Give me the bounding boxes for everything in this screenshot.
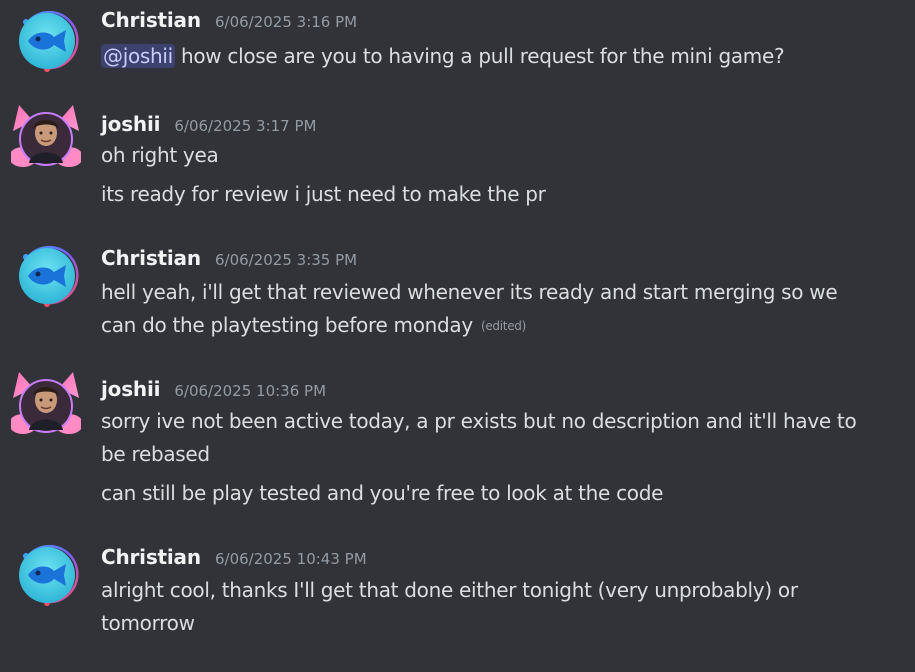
- message-header: Christian 6/06/2025 10:43 PM: [101, 545, 367, 571]
- message-text: can still be play tested and you're free…: [101, 481, 664, 505]
- message-text: hell yeah, i'll get that reviewed whenev…: [101, 280, 838, 304]
- message-text: alright cool, thanks I'll get that done …: [101, 578, 798, 602]
- author-name[interactable]: Christian: [101, 8, 201, 32]
- message-text: be rebased: [101, 442, 210, 466]
- message-header: Christian 6/06/2025 3:35 PM: [101, 246, 357, 272]
- message-text: oh right yea: [101, 143, 219, 167]
- author-name[interactable]: joshii: [101, 377, 160, 401]
- avatar[interactable]: [14, 243, 80, 309]
- message-group: Christian 6/06/2025 3:35 PM hell yeah, i…: [0, 243, 915, 343]
- timestamp[interactable]: 6/06/2025 3:16 PM: [215, 13, 357, 31]
- avatar[interactable]: [9, 370, 83, 436]
- avatar[interactable]: [14, 542, 80, 608]
- message-list: Christian 6/06/2025 3:16 PM @joshii how …: [0, 0, 915, 672]
- message-group: joshii 6/06/2025 3:17 PM oh right yea it…: [0, 103, 915, 213]
- avatar[interactable]: [9, 103, 83, 169]
- message-text-body: can do the playtesting before monday: [101, 313, 473, 337]
- message-header: Christian 6/06/2025 3:16 PM: [101, 8, 357, 34]
- author-name[interactable]: joshii: [101, 112, 160, 136]
- author-name[interactable]: Christian: [101, 545, 201, 569]
- message-text: can do the playtesting before monday (ed…: [101, 309, 526, 343]
- message-text: tomorrow: [101, 611, 195, 635]
- timestamp[interactable]: 6/06/2025 10:43 PM: [215, 550, 367, 568]
- message-header: joshii 6/06/2025 3:17 PM: [101, 112, 316, 138]
- edited-label[interactable]: (edited): [481, 319, 526, 333]
- timestamp[interactable]: 6/06/2025 3:17 PM: [174, 117, 316, 135]
- message-text: its ready for review i just need to make…: [101, 182, 546, 206]
- author-name[interactable]: Christian: [101, 246, 201, 270]
- fish-avatar-icon: [19, 10, 79, 72]
- message-text-body: how close are you to having a pull reque…: [174, 44, 785, 68]
- message-group: Christian 6/06/2025 10:43 PM alright coo…: [0, 542, 915, 642]
- fish-avatar-icon: [19, 245, 79, 307]
- message-text: sorry ive not been active today, a pr ex…: [101, 409, 857, 433]
- message-group: joshii 6/06/2025 10:36 PM sorry ive not …: [0, 370, 915, 510]
- user-mention[interactable]: @joshii: [101, 44, 175, 68]
- message-text: @joshii how close are you to having a pu…: [101, 40, 785, 73]
- message-group: Christian 6/06/2025 3:16 PM @joshii how …: [0, 8, 915, 78]
- photo-avatar: [9, 372, 83, 434]
- fish-avatar-icon: [19, 544, 79, 606]
- timestamp[interactable]: 6/06/2025 10:36 PM: [174, 382, 326, 400]
- photo-avatar: [9, 105, 83, 167]
- message-header: joshii 6/06/2025 10:36 PM: [101, 377, 326, 403]
- timestamp[interactable]: 6/06/2025 3:35 PM: [215, 251, 357, 269]
- avatar[interactable]: [14, 8, 80, 74]
